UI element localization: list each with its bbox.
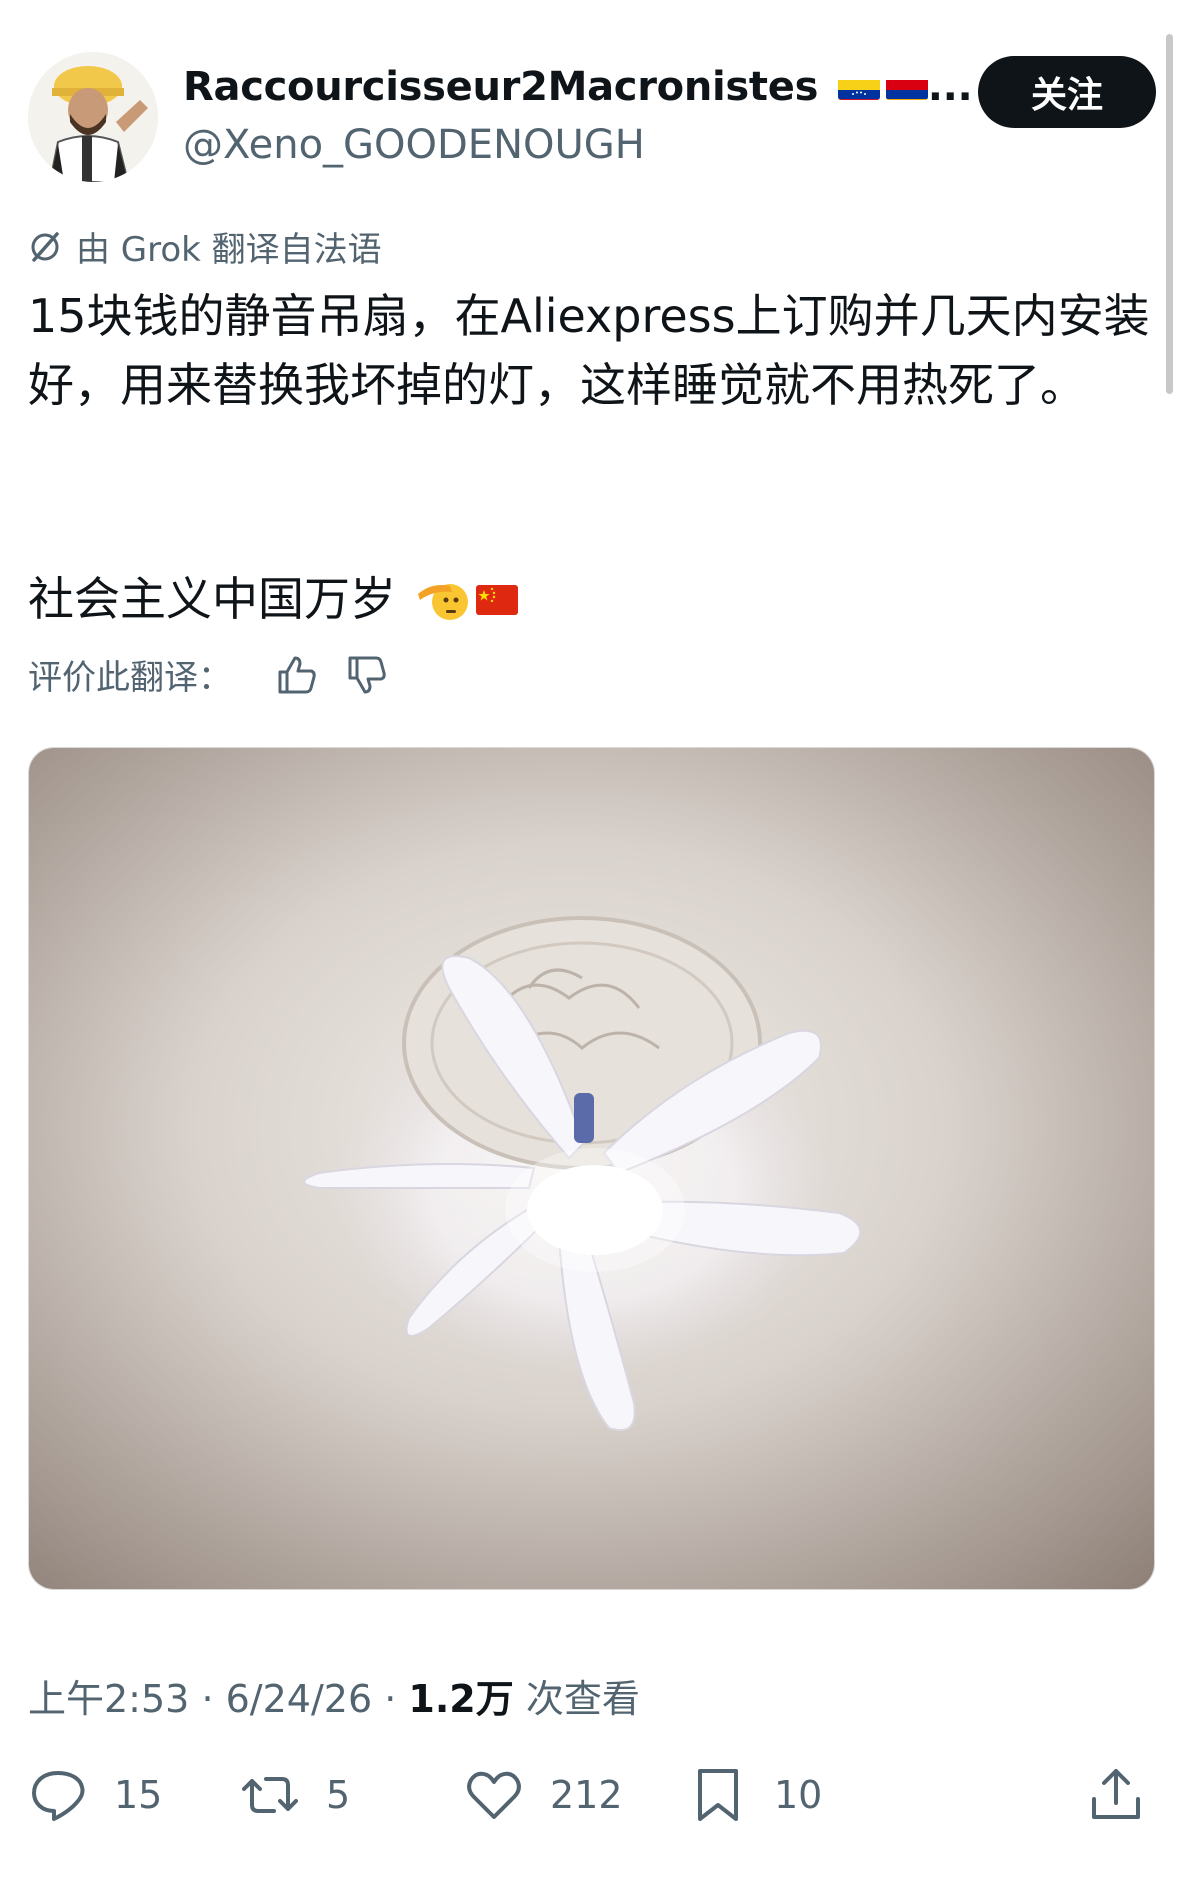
translation-notice[interactable]: 由 Grok 翻译自法语 [28, 222, 382, 271]
author-handle[interactable]: @Xeno_GOODENOUGH [183, 122, 645, 168]
thumbs-down-icon[interactable] [344, 652, 390, 698]
venezuela-flag-icon [837, 72, 880, 100]
rate-translation-label: 评价此翻译： [28, 658, 232, 698]
author-display-name[interactable]: Raccourcisseur2Macronistes ... [183, 64, 973, 110]
post-tagline-row: 社会主义中国万岁 [28, 565, 518, 634]
ceiling-fan-photo [29, 748, 1154, 1589]
avatar[interactable] [28, 52, 158, 182]
action-bar: 15 5 212 10 [28, 1765, 1158, 1835]
grok-translate-icon [31, 231, 59, 262]
reply-count: 15 [114, 1773, 163, 1817]
meta-separator: · [384, 1677, 397, 1721]
post-time[interactable]: 上午2:53 [28, 1677, 189, 1721]
post-header: Raccourcisseur2Macronistes ... @Xeno_GOO… [28, 52, 1156, 187]
china-flag-icon [476, 584, 518, 615]
share-button[interactable] [1086, 1765, 1146, 1825]
bookmark-button[interactable]: 10 [688, 1765, 822, 1825]
like-count: 212 [550, 1773, 623, 1817]
saluting-face-icon [418, 583, 468, 620]
repost-icon [242, 1777, 298, 1813]
bookmark-count: 10 [774, 1773, 823, 1817]
share-icon [1092, 1769, 1140, 1819]
repost-button[interactable]: 5 [240, 1765, 350, 1825]
scrollbar[interactable] [1166, 34, 1173, 394]
meta-separator: · [201, 1677, 214, 1721]
like-button[interactable]: 212 [464, 1765, 623, 1825]
emoji-group [416, 572, 518, 628]
post-date[interactable]: 6/24/26 [226, 1677, 373, 1721]
post-photo[interactable] [28, 747, 1155, 1590]
display-name-text: Raccourcisseur2Macronistes [183, 64, 819, 110]
name-ellipsis: ... [927, 64, 973, 110]
reply-button[interactable]: 15 [28, 1765, 162, 1825]
post-meta: 上午2:53 · 6/24/26 · 1.2万 次查看 [28, 1668, 640, 1723]
repost-count: 5 [326, 1773, 351, 1817]
reply-icon [32, 1771, 85, 1821]
view-count: 1.2万 [408, 1677, 514, 1721]
armenia-flag-icon [885, 72, 928, 100]
post-tagline: 社会主义中国万岁 [28, 572, 396, 626]
thumbs-up-icon[interactable] [274, 652, 320, 698]
bookmark-icon [698, 1769, 738, 1821]
avatar-image [28, 52, 158, 182]
follow-button[interactable]: 关注 [978, 56, 1156, 128]
translation-notice-text: 由 Grok 翻译自法语 [76, 230, 382, 270]
like-icon [467, 1771, 521, 1819]
post-body: 15块钱的静音吊扇，在Aliexpress上订购并几天内安装好，用来替换我坏掉的… [28, 282, 1158, 420]
view-count-label: 次查看 [525, 1677, 640, 1721]
rate-translation: 评价此翻译： [28, 650, 390, 699]
post-text: 15块钱的静音吊扇，在Aliexpress上订购并几天内安装好，用来替换我坏掉的… [28, 289, 1150, 412]
